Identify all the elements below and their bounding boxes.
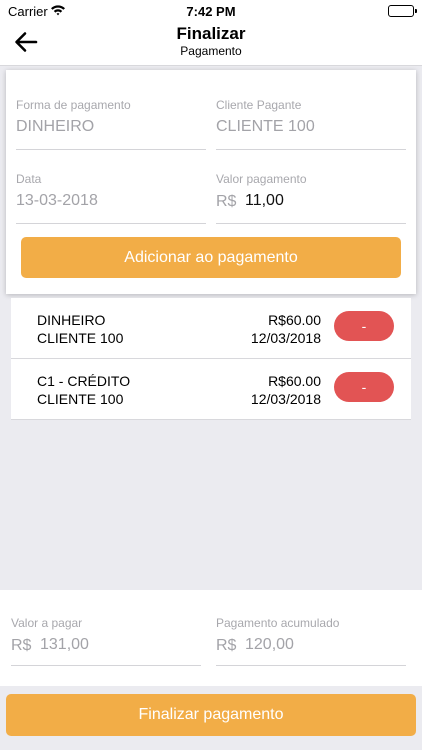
payment-client: CLIENTE 100 — [37, 330, 124, 346]
currency-prefix: R$ — [216, 637, 237, 654]
home-indicator-area — [0, 740, 422, 750]
payment-date: 12/03/2018 — [250, 391, 321, 407]
finalize-payment-button[interactable]: Finalizar pagamento — [6, 694, 416, 736]
currency-prefix: R$ — [216, 193, 237, 210]
accumulated-payment-field: Pagamento acumulado R$ 120,00 — [216, 616, 406, 666]
payment-amount: R$60.00 — [268, 373, 321, 389]
remove-payment-button[interactable]: - — [334, 311, 394, 341]
status-time: 7:42 PM — [186, 4, 236, 19]
accumulated-payment-value: 120,00 — [245, 636, 294, 653]
page-subtitle: Pagamento — [180, 44, 242, 58]
remove-payment-button[interactable]: - — [334, 372, 394, 402]
payment-date: 12/03/2018 — [250, 330, 321, 346]
payment-method-field[interactable]: Forma de pagamento DINHEIRO — [16, 98, 206, 150]
payment-method-value: DINHEIRO — [16, 118, 95, 135]
payment-amount-input[interactable]: 11,00 — [245, 192, 284, 210]
paying-client-field[interactable]: Cliente Pagante CLIENTE 100 — [216, 98, 406, 150]
page-title: Finalizar — [176, 24, 246, 43]
date-value: 13-03-2018 — [16, 192, 98, 209]
battery-icon — [388, 5, 417, 17]
payment-method-label: Forma de pagamento — [16, 98, 131, 112]
payment-amount: R$60.00 — [268, 312, 321, 328]
currency-prefix: R$ — [11, 637, 32, 654]
accumulated-payment-label: Pagamento acumulado — [216, 616, 340, 630]
amount-to-pay-label: Valor a pagar — [11, 616, 83, 630]
amount-to-pay-value: 131,00 — [40, 636, 89, 653]
navigation-bar: Finalizar Pagamento — [0, 22, 422, 66]
payments-list: DINHEIRO CLIENTE 100 R$60.00 12/03/2018 … — [11, 298, 411, 420]
payment-client: CLIENTE 100 — [37, 391, 124, 407]
amount-to-pay-field: Valor a pagar R$ 131,00 — [11, 616, 201, 666]
date-label: Data — [16, 172, 42, 186]
paying-client-value: CLIENTE 100 — [216, 118, 315, 135]
payment-row: C1 - CRÉDITO CLIENTE 100 R$60.00 12/03/2… — [11, 359, 411, 420]
payment-amount-field[interactable]: Valor pagamento R$ 11,00 — [216, 172, 406, 224]
payment-form-card: Forma de pagamento DINHEIRO Cliente Paga… — [6, 70, 416, 294]
payment-amount-label: Valor pagamento — [216, 172, 307, 186]
add-to-payment-button[interactable]: Adicionar ao pagamento — [21, 237, 401, 278]
status-bar: Carrier 7:42 PM — [0, 0, 422, 22]
date-field[interactable]: Data 13-03-2018 — [16, 172, 206, 224]
payment-summary: Valor a pagar R$ 131,00 Pagamento acumul… — [0, 590, 422, 686]
paying-client-label: Cliente Pagante — [216, 98, 302, 112]
payment-row: DINHEIRO CLIENTE 100 R$60.00 12/03/2018 … — [11, 298, 411, 359]
payment-method: DINHEIRO — [37, 312, 106, 328]
payment-method: C1 - CRÉDITO — [37, 373, 131, 389]
